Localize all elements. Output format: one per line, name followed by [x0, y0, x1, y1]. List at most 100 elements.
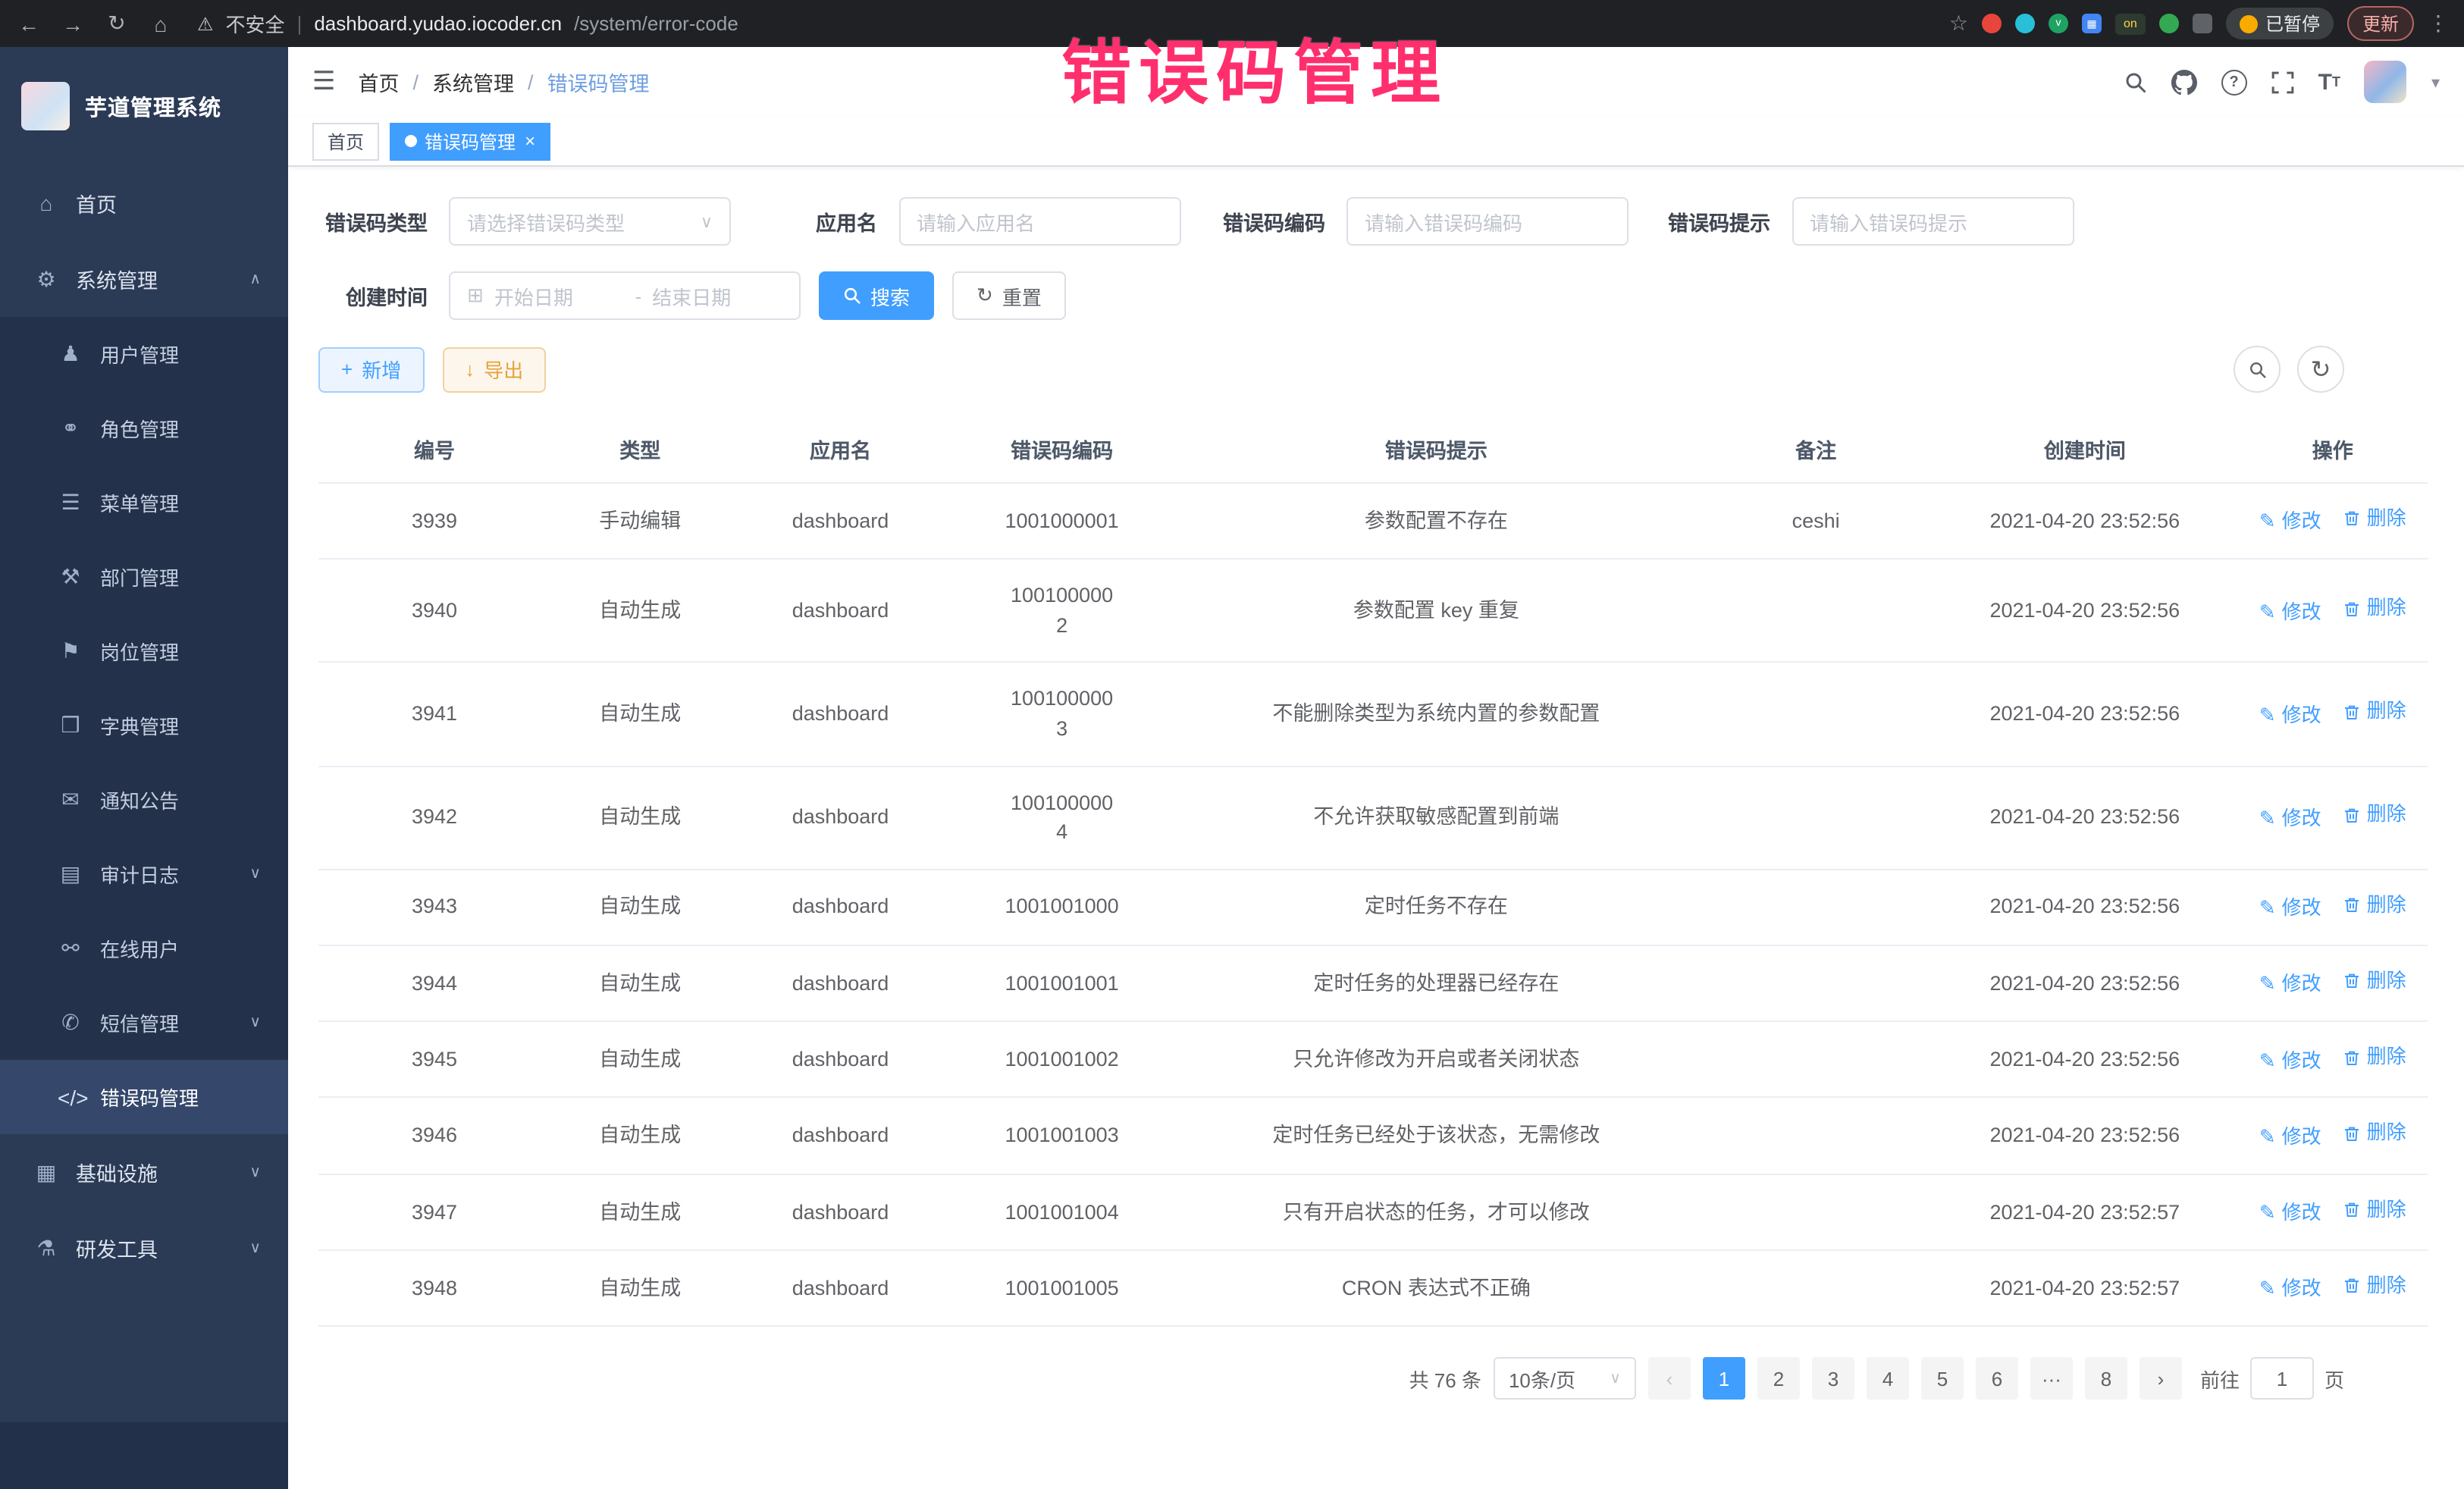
- edit-link[interactable]: ✎修改: [2259, 895, 2321, 923]
- page-button-5[interactable]: 5: [1921, 1357, 1964, 1400]
- toggle-search-button[interactable]: [2234, 346, 2281, 393]
- edit-link[interactable]: ✎修改: [2259, 1047, 2321, 1076]
- edit-label: 修改: [2282, 1276, 2321, 1305]
- profile-paused-chip[interactable]: 已暂停: [2226, 8, 2334, 39]
- edit-link[interactable]: ✎修改: [2259, 1199, 2321, 1228]
- browser-back-icon[interactable]: ←: [15, 11, 42, 36]
- extension-red-icon[interactable]: [1982, 14, 2002, 33]
- browser-update-button[interactable]: 更新: [2347, 6, 2414, 41]
- delete-link[interactable]: 删除: [2343, 1196, 2406, 1224]
- prev-page-button[interactable]: ‹: [1648, 1357, 1691, 1400]
- reset-button[interactable]: ↻ 重置: [952, 271, 1066, 320]
- page-button-8[interactable]: 8: [2085, 1357, 2127, 1400]
- toolbar-right: ↻: [2234, 346, 2344, 393]
- edit-link[interactable]: ✎修改: [2259, 1276, 2321, 1305]
- error-hint-input[interactable]: 请输入错误码提示: [1792, 197, 2074, 246]
- search-button[interactable]: 搜索: [819, 271, 934, 320]
- app-name-input[interactable]: 请输入应用名: [898, 197, 1180, 246]
- extension-grid-icon[interactable]: ▦: [2082, 14, 2102, 33]
- page-button-3[interactable]: 3: [1812, 1357, 1854, 1400]
- delete-link[interactable]: 删除: [2343, 967, 2406, 996]
- extension-teal-icon[interactable]: [2015, 14, 2035, 33]
- chevron-down-icon[interactable]: ▾: [2431, 72, 2440, 92]
- delete-link[interactable]: 删除: [2343, 1272, 2406, 1301]
- select-placeholder: 请选择错误码类型: [467, 207, 701, 236]
- delete-link[interactable]: 删除: [2343, 505, 2406, 534]
- close-icon[interactable]: ×: [525, 130, 535, 152]
- edit-link[interactable]: ✎修改: [2259, 1124, 2321, 1152]
- delete-link[interactable]: 删除: [2343, 891, 2406, 920]
- bookmark-star-icon[interactable]: ☆: [1949, 11, 1968, 36]
- extension-green-icon[interactable]: v: [2049, 14, 2068, 33]
- sidebar-item-error-code-management[interactable]: </> 错误码管理: [0, 1060, 288, 1134]
- sidebar-item-post-management[interactable]: ⚑ 岗位管理: [0, 614, 288, 688]
- dictionary-icon: ❒: [58, 713, 83, 738]
- sidebar-item-role-management[interactable]: ⚭ 角色管理: [0, 391, 288, 466]
- add-button[interactable]: + 新增: [318, 346, 424, 392]
- goto-page-input[interactable]: [2250, 1357, 2314, 1400]
- sidebar-item-home[interactable]: ⌂ 首页: [0, 165, 288, 241]
- help-icon[interactable]: ?: [2221, 69, 2247, 95]
- address-bar[interactable]: ⚠ 不安全 | dashboard.yudao.iocoder.cn/syste…: [197, 9, 1933, 38]
- sidebar-item-dev-tools[interactable]: ⚗ 研发工具 ∨: [0, 1210, 288, 1286]
- next-page-button[interactable]: ›: [2140, 1357, 2182, 1400]
- browser-home-icon[interactable]: ⌂: [147, 11, 174, 36]
- sidebar-item-system-management[interactable]: ⚙ 系统管理 ∧: [0, 241, 288, 317]
- edit-link[interactable]: ✎修改: [2259, 701, 2321, 730]
- delete-link[interactable]: 删除: [2343, 1043, 2406, 1072]
- font-size-icon[interactable]: TT: [2318, 69, 2340, 95]
- extensions-puzzle-icon[interactable]: [2193, 14, 2212, 33]
- browser-reload-icon[interactable]: ↻: [103, 11, 130, 36]
- sidebar-item-dictionary-management[interactable]: ❒ 字典管理: [0, 688, 288, 763]
- sidebar-item-user-management[interactable]: ♟ 用户管理: [0, 317, 288, 391]
- delete-link[interactable]: 删除: [2343, 1120, 2406, 1149]
- tab-home[interactable]: 首页: [312, 122, 379, 160]
- more-pages-button[interactable]: ···: [2030, 1357, 2073, 1400]
- security-label[interactable]: 不安全: [226, 9, 285, 38]
- delete-link[interactable]: 删除: [2343, 698, 2406, 727]
- breadcrumb-home[interactable]: 首页: [359, 67, 400, 97]
- refresh-table-button[interactable]: ↻: [2297, 346, 2344, 393]
- breadcrumb-system-management[interactable]: 系统管理: [432, 67, 514, 97]
- export-button[interactable]: ↓ 导出: [442, 346, 546, 392]
- table-row: 3942 自动生成 dashboard 100100000 4 不允许获取敏感配…: [318, 766, 2428, 869]
- update-label: 更新: [2362, 11, 2399, 36]
- sidebar-item-audit-log[interactable]: ▤ 审计日志 ∨: [0, 837, 288, 911]
- sidebar-item-department-management[interactable]: ⚒ 部门管理: [0, 540, 288, 614]
- browser-menu-icon[interactable]: ⋮: [2428, 11, 2449, 36]
- page-button-6[interactable]: 6: [1976, 1357, 2018, 1400]
- page-button-1[interactable]: 1: [1703, 1357, 1745, 1400]
- page-button-2[interactable]: 2: [1757, 1357, 1800, 1400]
- cell-id: 3944: [318, 945, 550, 1022]
- error-code-input[interactable]: 请输入错误码编码: [1346, 197, 1629, 246]
- edit-link[interactable]: ✎修改: [2259, 509, 2321, 538]
- edit-link[interactable]: ✎修改: [2259, 971, 2321, 1000]
- sidebar-item-notice-announcement[interactable]: ✉ 通知公告: [0, 763, 288, 837]
- sidebar-item-menu-management[interactable]: ☰ 菜单管理: [0, 466, 288, 540]
- date-range-picker[interactable]: ⊞ 开始日期 - 结束日期: [449, 271, 801, 320]
- tab-error-code-management[interactable]: 错误码管理 ×: [390, 122, 550, 160]
- delete-link[interactable]: 删除: [2343, 594, 2406, 623]
- sidebar-item-online-users[interactable]: ⚯ 在线用户: [0, 911, 288, 986]
- sidebar-item-infrastructure[interactable]: ▦ 基础设施 ∨: [0, 1134, 288, 1210]
- sidebar-item-sms-management[interactable]: ✆ 短信管理 ∨: [0, 986, 288, 1060]
- extension-leaf-icon[interactable]: [2159, 14, 2179, 33]
- delete-link[interactable]: 删除: [2343, 801, 2406, 830]
- cell-hint: 定时任务的处理器已经存在: [1173, 945, 1701, 1022]
- github-icon[interactable]: [2171, 69, 2197, 95]
- browser-forward-icon[interactable]: →: [59, 11, 86, 36]
- page-size-select[interactable]: 10条/页 ∨: [1494, 1357, 1636, 1400]
- page-button-4[interactable]: 4: [1867, 1357, 1909, 1400]
- edit-link[interactable]: ✎修改: [2259, 598, 2321, 627]
- error-code-type-select[interactable]: 请选择错误码类型 ∨: [449, 197, 731, 246]
- fullscreen-icon[interactable]: [2271, 71, 2294, 93]
- extension-on-badge-icon[interactable]: on: [2115, 13, 2146, 34]
- sidebar-fold-icon[interactable]: ☰: [312, 67, 336, 97]
- avatar[interactable]: [2365, 61, 2407, 103]
- cell-code: 100100000 3: [951, 663, 1173, 766]
- cell-type: 自动生成: [550, 560, 729, 663]
- search-icon[interactable]: [2124, 71, 2147, 93]
- sidebar-collapse-bar[interactable]: [0, 1422, 288, 1489]
- filter-label: 创建时间: [318, 281, 428, 311]
- edit-link[interactable]: ✎修改: [2259, 805, 2321, 834]
